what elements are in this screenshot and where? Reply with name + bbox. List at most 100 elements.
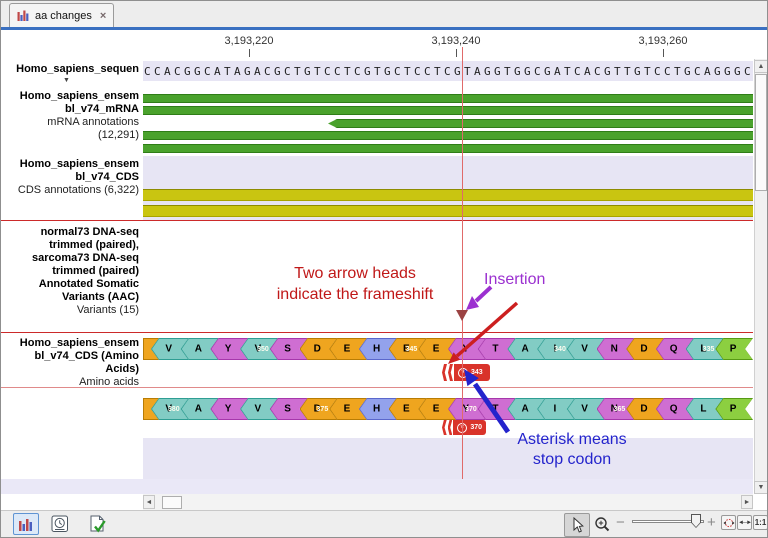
codon-number: 343: [471, 369, 483, 376]
dna-base: G: [184, 63, 191, 80]
amino-acid-letter: A: [195, 403, 202, 414]
amino-acid-letter: D: [314, 343, 321, 354]
fit-width-button[interactable]: ◄─►: [737, 515, 752, 530]
amino-acid-letter: A: [522, 343, 529, 354]
codon-number: 370: [470, 424, 482, 431]
amino-acid-letter: Y: [225, 403, 232, 414]
history-view-button[interactable]: [47, 513, 73, 535]
track-chart-icon: [18, 517, 34, 532]
fit-width-icon: ◄─►: [738, 520, 751, 526]
annotation-bar[interactable]: [143, 106, 753, 115]
amino-acid-P[interactable]: P: [715, 398, 753, 420]
stop-codon-note-line2: stop codon: [497, 450, 647, 470]
scroll-up-button[interactable]: ▲: [754, 60, 768, 73]
vertical-scrollbar-thumb[interactable]: [755, 74, 767, 191]
tab-aa-changes[interactable]: aa changes ×: [9, 3, 114, 27]
dna-base: A: [234, 63, 241, 80]
dna-base: C: [664, 63, 671, 80]
track-sublabel-text: Variants (15): [1, 304, 139, 317]
dna-base: C: [574, 63, 581, 80]
horizontal-scrollbar[interactable]: [143, 494, 753, 510]
dna-base: A: [704, 63, 711, 80]
stop-codon-badge[interactable]: * 370: [442, 420, 486, 435]
frameshift-note-line2: indicate the frameshift: [255, 284, 455, 305]
amino-acid-letter: E: [403, 403, 410, 414]
dna-base: T: [674, 63, 681, 80]
zoom-tool-button[interactable]: [590, 513, 614, 535]
residue-number: 335: [703, 346, 715, 353]
dna-sequence: CCACGGCATAGACGCTGTCCTCGTGCTCCTCGTAGGTGGC…: [144, 63, 751, 80]
stop-codon-badge[interactable]: * 343: [442, 364, 490, 381]
dna-base: C: [744, 63, 751, 80]
view-bottom-band: [1, 479, 753, 494]
amino-acid-letter: V: [165, 343, 172, 354]
amino-track-lower-band: [143, 438, 753, 479]
ruler-tick-mark: [456, 49, 457, 57]
position-ruler: 3,193,2203,193,2403,193,260: [1, 30, 767, 59]
pointer-tool-button[interactable]: [564, 513, 590, 537]
dna-base: G: [244, 63, 251, 80]
dna-base: G: [364, 63, 371, 80]
annotation-bar[interactable]: [143, 205, 753, 217]
annotation-bar[interactable]: [143, 144, 753, 153]
amino-acid-letter: L: [700, 403, 706, 414]
track-label-variants: normal73 DNA-seqtrimmed (paired),sarcoma…: [1, 226, 139, 317]
scroll-down-button[interactable]: ▼: [754, 481, 768, 494]
amino-acid-letter: V: [581, 343, 588, 354]
annotation-bar[interactable]: [328, 119, 753, 128]
dna-base: T: [434, 63, 441, 80]
dna-base: C: [394, 63, 401, 80]
dna-base: T: [614, 63, 621, 80]
dna-base: C: [534, 63, 541, 80]
annotation-bar[interactable]: [143, 131, 753, 140]
horizontal-scrollbar-thumb[interactable]: [162, 496, 182, 509]
ruler-tick-mark: [249, 49, 250, 57]
dna-base: T: [224, 63, 231, 80]
close-icon[interactable]: ×: [100, 10, 106, 22]
amino-acid-letter: E: [344, 403, 351, 414]
amino-acid-letter: T: [492, 343, 498, 354]
insertion-arrow-head: [466, 296, 479, 310]
dna-base: A: [554, 63, 561, 80]
dna-base: T: [294, 63, 301, 80]
frameshift-arrowhead-icon: [442, 364, 447, 381]
dna-base: C: [284, 63, 291, 80]
element-info-view-button[interactable]: [85, 513, 111, 535]
ruler-tick-mark: [663, 49, 664, 57]
track-chart-icon: [17, 9, 30, 22]
track-label-amino-acids: Homo_sapiens_ensembl_v74_CDS (AminoAcids…: [1, 337, 139, 389]
scroll-left-button[interactable]: ◄: [143, 495, 155, 509]
amino-acid-letter: V: [254, 403, 261, 414]
zoom-in-button[interactable]: +: [707, 511, 716, 537]
dna-base: A: [164, 63, 171, 80]
scroll-right-button[interactable]: ►: [741, 495, 753, 509]
frameshift-arrowhead-icon: [442, 420, 447, 435]
annotation-bar[interactable]: [143, 94, 753, 103]
zoom-to-selection-button[interactable]: [721, 515, 736, 530]
dna-base: T: [314, 63, 321, 80]
dna-base: C: [324, 63, 331, 80]
dna-base: C: [594, 63, 601, 80]
cds-annotations: [143, 189, 753, 219]
track-label-text: normal73 DNA-seqtrimmed (paired),sarcoma…: [1, 226, 139, 304]
dna-base: T: [644, 63, 651, 80]
label-line: (12,291): [1, 129, 139, 142]
amino-acid-P[interactable]: P: [715, 338, 753, 360]
dna-base: G: [514, 63, 521, 80]
sequence-expand-icon[interactable]: ▼: [63, 77, 70, 84]
dna-base: G: [684, 63, 691, 80]
position-cursor-line: [462, 47, 463, 479]
amino-acid-letter: S: [284, 343, 291, 354]
residue-number: 345: [406, 346, 418, 353]
annotation-bar[interactable]: [143, 189, 753, 201]
label-line: Acids): [1, 363, 139, 376]
dna-base: A: [214, 63, 221, 80]
zoom-100-button[interactable]: 1:1: [753, 515, 768, 530]
zoom-out-button[interactable]: −: [616, 511, 625, 537]
clock-icon: [51, 515, 69, 533]
dna-base: G: [454, 63, 461, 80]
track-view-button[interactable]: [13, 513, 39, 535]
track-separator-line: [1, 220, 753, 221]
dna-base: C: [144, 63, 151, 80]
amino-acid-letter: Y: [225, 343, 232, 354]
